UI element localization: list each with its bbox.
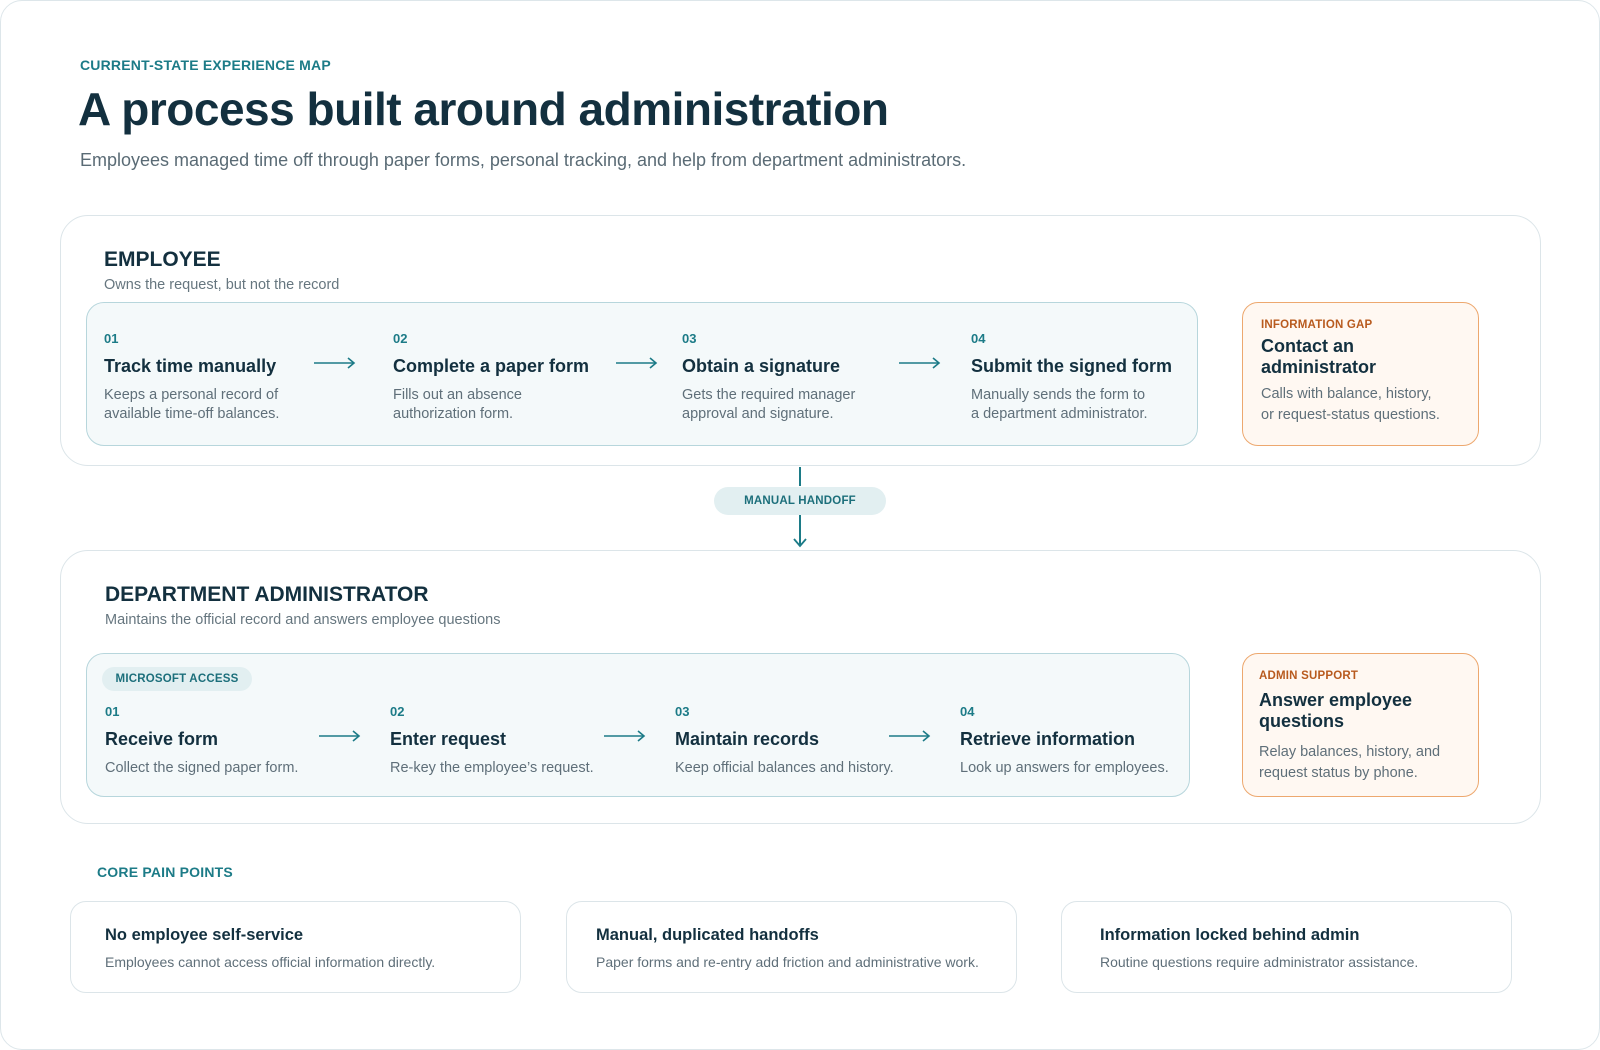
page-subtitle: Employees managed time off through paper… xyxy=(80,150,967,170)
arrow-down-icon xyxy=(793,538,807,548)
step-title: Enter request xyxy=(390,729,507,749)
handoff-connector-line xyxy=(799,467,801,486)
administrator-step-1: 01 Receive form Collect the signed paper… xyxy=(105,704,298,778)
eyebrow-label: CURRENT-STATE EXPERIENCE MAP xyxy=(80,57,331,73)
arrow-right-icon xyxy=(604,730,646,742)
step-number: 02 xyxy=(393,331,408,346)
card-description: Calls with balance, history, or request-s… xyxy=(1261,386,1440,423)
step-number: 03 xyxy=(682,331,697,346)
employee-lane-title: EMPLOYEE xyxy=(104,248,221,271)
admin-support-card: ADMIN SUPPORT Answer employee questions R… xyxy=(1242,653,1479,797)
employee-step-4: 04 Submit the signed form Manually sends… xyxy=(971,331,1172,424)
step-number: 01 xyxy=(104,331,119,346)
arrow-right-icon xyxy=(889,730,931,742)
pain-point-description: Paper forms and re-entry add friction an… xyxy=(596,954,979,970)
employee-step-2: 02 Complete a paper form Fills out an ab… xyxy=(393,331,589,424)
pain-point-card: Information locked behind admin Routine … xyxy=(1061,901,1512,993)
information-gap-card: INFORMATION GAP Contact an administrator … xyxy=(1242,302,1479,446)
step-number: 03 xyxy=(675,704,690,719)
manual-handoff-badge: MANUAL HANDOFF xyxy=(714,487,886,515)
employee-step-1: 01 Track time manually Keeps a personal … xyxy=(104,331,279,424)
step-description: Keeps a personal record of available time… xyxy=(104,387,280,422)
arrow-right-icon xyxy=(319,730,361,742)
microsoft-access-badge: MICROSOFT ACCESS xyxy=(102,667,252,691)
step-description: Re-key the employee’s request. xyxy=(390,760,594,776)
card-tag: INFORMATION GAP xyxy=(1261,319,1373,331)
pain-point-title: Manual, duplicated handoffs xyxy=(596,926,819,944)
employee-lane-description: Owns the request, but not the record xyxy=(104,277,340,293)
step-description: Look up answers for employees. xyxy=(960,760,1169,776)
administrator-step-4: 04 Retrieve information Look up answers … xyxy=(960,704,1169,778)
pain-point-card: Manual, duplicated handoffs Paper forms … xyxy=(566,901,1017,993)
step-title: Complete a paper form xyxy=(393,356,590,376)
card-title: Answer employee questions xyxy=(1259,690,1413,731)
card-description: Relay balances, history, and request stat… xyxy=(1259,744,1441,781)
administrator-step-2: 02 Enter request Re-key the employee’s r… xyxy=(390,704,594,778)
arrow-right-icon xyxy=(314,357,356,369)
pain-points-label: CORE PAIN POINTS xyxy=(97,864,233,880)
administrator-lane-title: DEPARTMENT ADMINISTRATOR xyxy=(105,583,429,606)
step-title: Track time manually xyxy=(104,356,277,376)
employee-step-3: 03 Obtain a signature Gets the required … xyxy=(682,331,855,424)
arrow-right-icon xyxy=(616,357,658,369)
step-description: Collect the signed paper form. xyxy=(105,760,299,776)
card-title: Contact an administrator xyxy=(1261,336,1377,377)
step-number: 04 xyxy=(960,704,975,719)
pain-point-description: Routine questions require administrator … xyxy=(1100,954,1419,970)
pain-point-card: No employee self-service Employees canno… xyxy=(70,901,521,993)
pain-point-title: No employee self-service xyxy=(105,926,304,944)
arrow-right-icon xyxy=(899,357,941,369)
step-title: Retrieve information xyxy=(960,729,1136,749)
step-number: 01 xyxy=(105,704,120,719)
page-title: A process built around administration xyxy=(78,83,889,135)
step-description: Manually sends the form to a department a… xyxy=(971,387,1148,422)
step-description: Keep official balances and history. xyxy=(675,760,894,776)
administrator-lane-description: Maintains the official record and answer… xyxy=(105,612,501,628)
step-title: Receive form xyxy=(105,729,219,749)
pain-point-description: Employees cannot access official informa… xyxy=(105,954,436,970)
step-number: 04 xyxy=(971,331,986,346)
step-number: 02 xyxy=(390,704,405,719)
step-description: Fills out an absence authorization form. xyxy=(393,387,522,422)
step-description: Gets the required manager approval and si… xyxy=(682,387,856,422)
pain-point-title: Information locked behind admin xyxy=(1100,926,1360,944)
step-title: Maintain records xyxy=(675,729,820,749)
step-title: Obtain a signature xyxy=(682,356,841,376)
administrator-step-3: 03 Maintain records Keep official balanc… xyxy=(675,704,894,778)
step-title: Submit the signed form xyxy=(971,356,1173,376)
card-tag: ADMIN SUPPORT xyxy=(1259,670,1359,682)
